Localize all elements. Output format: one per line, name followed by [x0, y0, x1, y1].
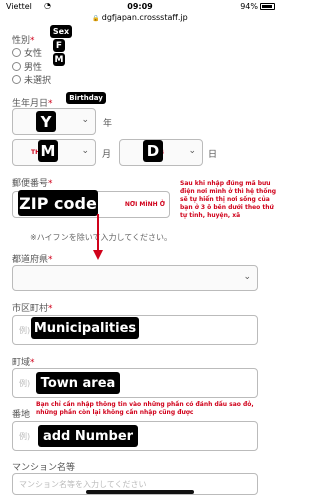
annotation-add-number: add Number — [38, 425, 138, 447]
radio-male-label: 男性 — [24, 63, 43, 73]
arrow-down-icon — [93, 250, 103, 260]
annotation-m-month: M — [38, 140, 58, 162]
radio-circle[interactable] — [12, 48, 21, 57]
town-label-text: 町域 — [12, 358, 31, 368]
required-mark: * — [30, 358, 35, 368]
chevron-down-icon: ⌄ — [81, 146, 89, 156]
postal-label-text: 郵便番号 — [12, 179, 49, 189]
radio-unselected-label: 未選択 — [24, 76, 52, 86]
radio-female-label: 女性 — [24, 49, 43, 59]
radio-unselected[interactable]: 未選択 — [12, 73, 51, 86]
annotation-town-area: Town area — [36, 372, 120, 394]
city-placeholder: 例) — [19, 325, 31, 335]
city-label-text: 市区町村 — [12, 304, 49, 314]
annotation-zip: ZIP code — [18, 190, 98, 216]
annotation-municipalities: Municipalities — [31, 317, 139, 339]
radio-female[interactable]: 女性 — [12, 46, 42, 59]
annotation-d: D — [143, 140, 163, 162]
annotation-m: M — [53, 53, 65, 66]
annotation-birthday: Birthday — [66, 92, 106, 104]
mansion-label: マンション名等 — [12, 463, 76, 473]
postal-label: 郵便番号* — [12, 176, 53, 189]
postal-note: Sau khi nhập đúng mã bưu điện nơi mình ở… — [180, 180, 277, 219]
clock: 09:09 — [127, 2, 153, 11]
gender-label: 性別* — [12, 33, 35, 46]
postal-hint: ※ハイフンを除いて入力してください。 — [30, 233, 172, 242]
url-bar[interactable]: 🔒 dgfjapan.crossstaff.jp — [0, 13, 280, 22]
day-unit: 日 — [208, 150, 218, 160]
city-label: 市区町村* — [12, 301, 53, 314]
chevron-down-icon: ⌄ — [243, 272, 251, 282]
year-unit: 年 — [103, 119, 113, 129]
annotation-y: Y — [36, 111, 56, 132]
town-label: 町域* — [12, 355, 35, 368]
annotation-sex: Sex — [50, 25, 72, 38]
battery-icon — [260, 3, 275, 10]
chevron-down-icon: ⌄ — [188, 146, 196, 156]
town-placeholder: 例) — [19, 378, 31, 388]
postal-value-right: NƠI MÌNH Ở — [124, 201, 165, 208]
annotation-f: F — [53, 39, 65, 52]
prefecture-label: 都道府県* — [12, 252, 53, 265]
gender-label-text: 性別 — [12, 36, 31, 46]
required-only-note: Bạn chỉ cần nhập thông tin vào những phầ… — [36, 401, 254, 416]
address-number-placeholder: 例) — [19, 431, 31, 441]
required-mark: * — [48, 304, 53, 314]
radio-circle[interactable] — [12, 75, 21, 84]
battery-percent: 94% — [240, 2, 258, 11]
home-indicator[interactable] — [86, 490, 194, 494]
mansion-placeholder: マンション名等を入力してください — [19, 479, 147, 489]
address-number-label: 番地 — [12, 410, 31, 420]
arrow-shaft — [97, 214, 99, 252]
chevron-down-icon: ⌄ — [81, 115, 89, 125]
required-mark: * — [48, 179, 53, 189]
month-unit: 月 — [102, 150, 112, 160]
prefecture-label-text: 都道府県 — [12, 255, 49, 265]
prefecture-select[interactable]: ⌄ — [12, 265, 258, 291]
required-mark: * — [30, 36, 35, 46]
required-mark: * — [48, 255, 53, 265]
radio-circle[interactable] — [12, 62, 21, 71]
status-bar: Viettel ◔ 09:09 94% — [0, 0, 280, 14]
lock-icon: 🔒 — [92, 15, 100, 22]
url-text: dgfjapan.crossstaff.jp — [101, 13, 188, 22]
radio-male[interactable]: 男性 — [12, 60, 42, 73]
